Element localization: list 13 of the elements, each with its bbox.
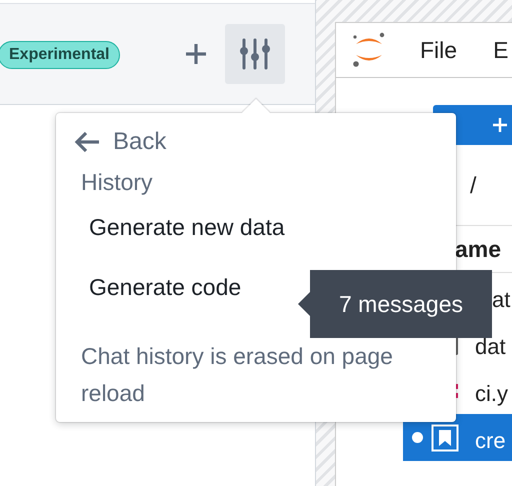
back-button[interactable]: Back	[73, 125, 436, 159]
file-row[interactable]: cre	[403, 414, 512, 461]
menu-heading: History	[81, 169, 154, 196]
column-header[interactable]: ame	[455, 236, 502, 262]
menu-item[interactable]: E	[493, 36, 508, 64]
menu-item[interactable]: Generate new data	[89, 214, 436, 256]
menu-note: Chat history is erased on page reload	[81, 342, 394, 408]
menu-item[interactable]: File	[420, 36, 458, 64]
file-name: cre	[475, 426, 506, 454]
file-name: ci.y	[475, 380, 508, 406]
experimental-badge: Experimental	[0, 41, 120, 69]
breadcrumb-path[interactable]: /	[470, 172, 476, 198]
tooltip: 7 messages	[298, 270, 492, 338]
